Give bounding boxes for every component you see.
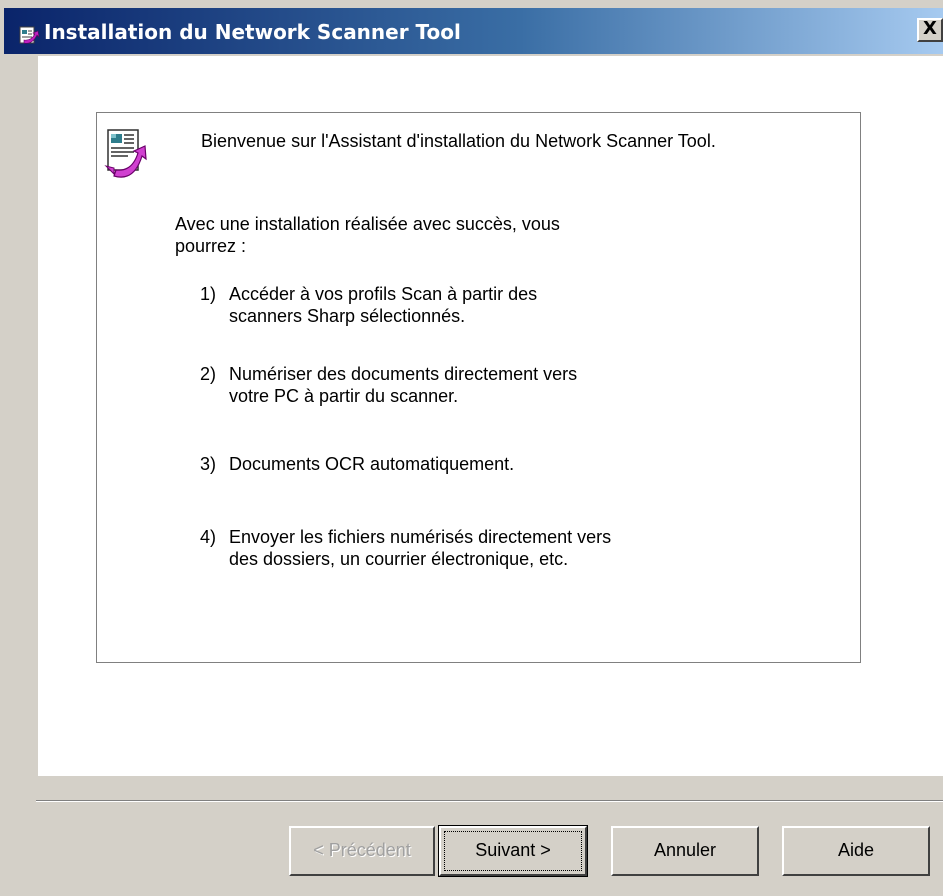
button-separator <box>36 800 943 802</box>
next-button[interactable]: Suivant > <box>438 825 588 877</box>
list-item: Accéder à vos profils Scan à partir des … <box>229 283 537 327</box>
list-item-number: 2) <box>200 364 217 384</box>
welcome-heading: Bienvenue sur l'Assistant d'installation… <box>201 131 716 151</box>
list-item-number: 4) <box>200 527 217 547</box>
list-item-line-2: des dossiers, un courrier électronique, … <box>229 549 569 569</box>
list-item-line-1: Documents OCR automatiquement. <box>229 454 515 474</box>
title-bar[interactable]: Installation du Network Scanner Tool <box>4 8 943 54</box>
back-button[interactable]: < Précédent <box>289 826 435 876</box>
list-item-line-1: Envoyer les fichiers numérisés directeme… <box>229 527 612 547</box>
help-button[interactable]: Aide <box>782 826 930 876</box>
intro-line-1: Avec une installation réalisée avec succ… <box>175 214 560 234</box>
list-item-line-1: Accéder à vos profils Scan à partir des <box>229 284 538 304</box>
list-item: Numériser des documents directement vers… <box>229 363 577 407</box>
list-item: Documents OCR automatiquement. <box>229 453 514 475</box>
window-title: Installation du Network Scanner Tool <box>44 20 461 44</box>
list-item: Envoyer les fichiers numérisés directeme… <box>229 526 611 570</box>
wizard-document-arrow-icon <box>100 120 148 184</box>
close-button[interactable]: X <box>917 18 943 42</box>
installer-window: Installation du Network Scanner Tool X B… <box>0 0 943 896</box>
list-item-line-1: Numériser des documents directement vers <box>229 364 578 384</box>
focus-rectangle <box>444 831 582 871</box>
list-item-line-2: scanners Sharp sélectionnés. <box>229 306 466 326</box>
intro-text: Avec une installation réalisée avec succ… <box>175 213 560 257</box>
list-item-line-2: votre PC à partir du scanner. <box>229 386 459 406</box>
intro-line-2: pourrez : <box>175 236 247 256</box>
cancel-button[interactable]: Annuler <box>611 826 759 876</box>
installer-icon <box>18 23 40 45</box>
list-item-number: 1) <box>200 284 217 304</box>
list-item-number: 3) <box>200 454 217 474</box>
